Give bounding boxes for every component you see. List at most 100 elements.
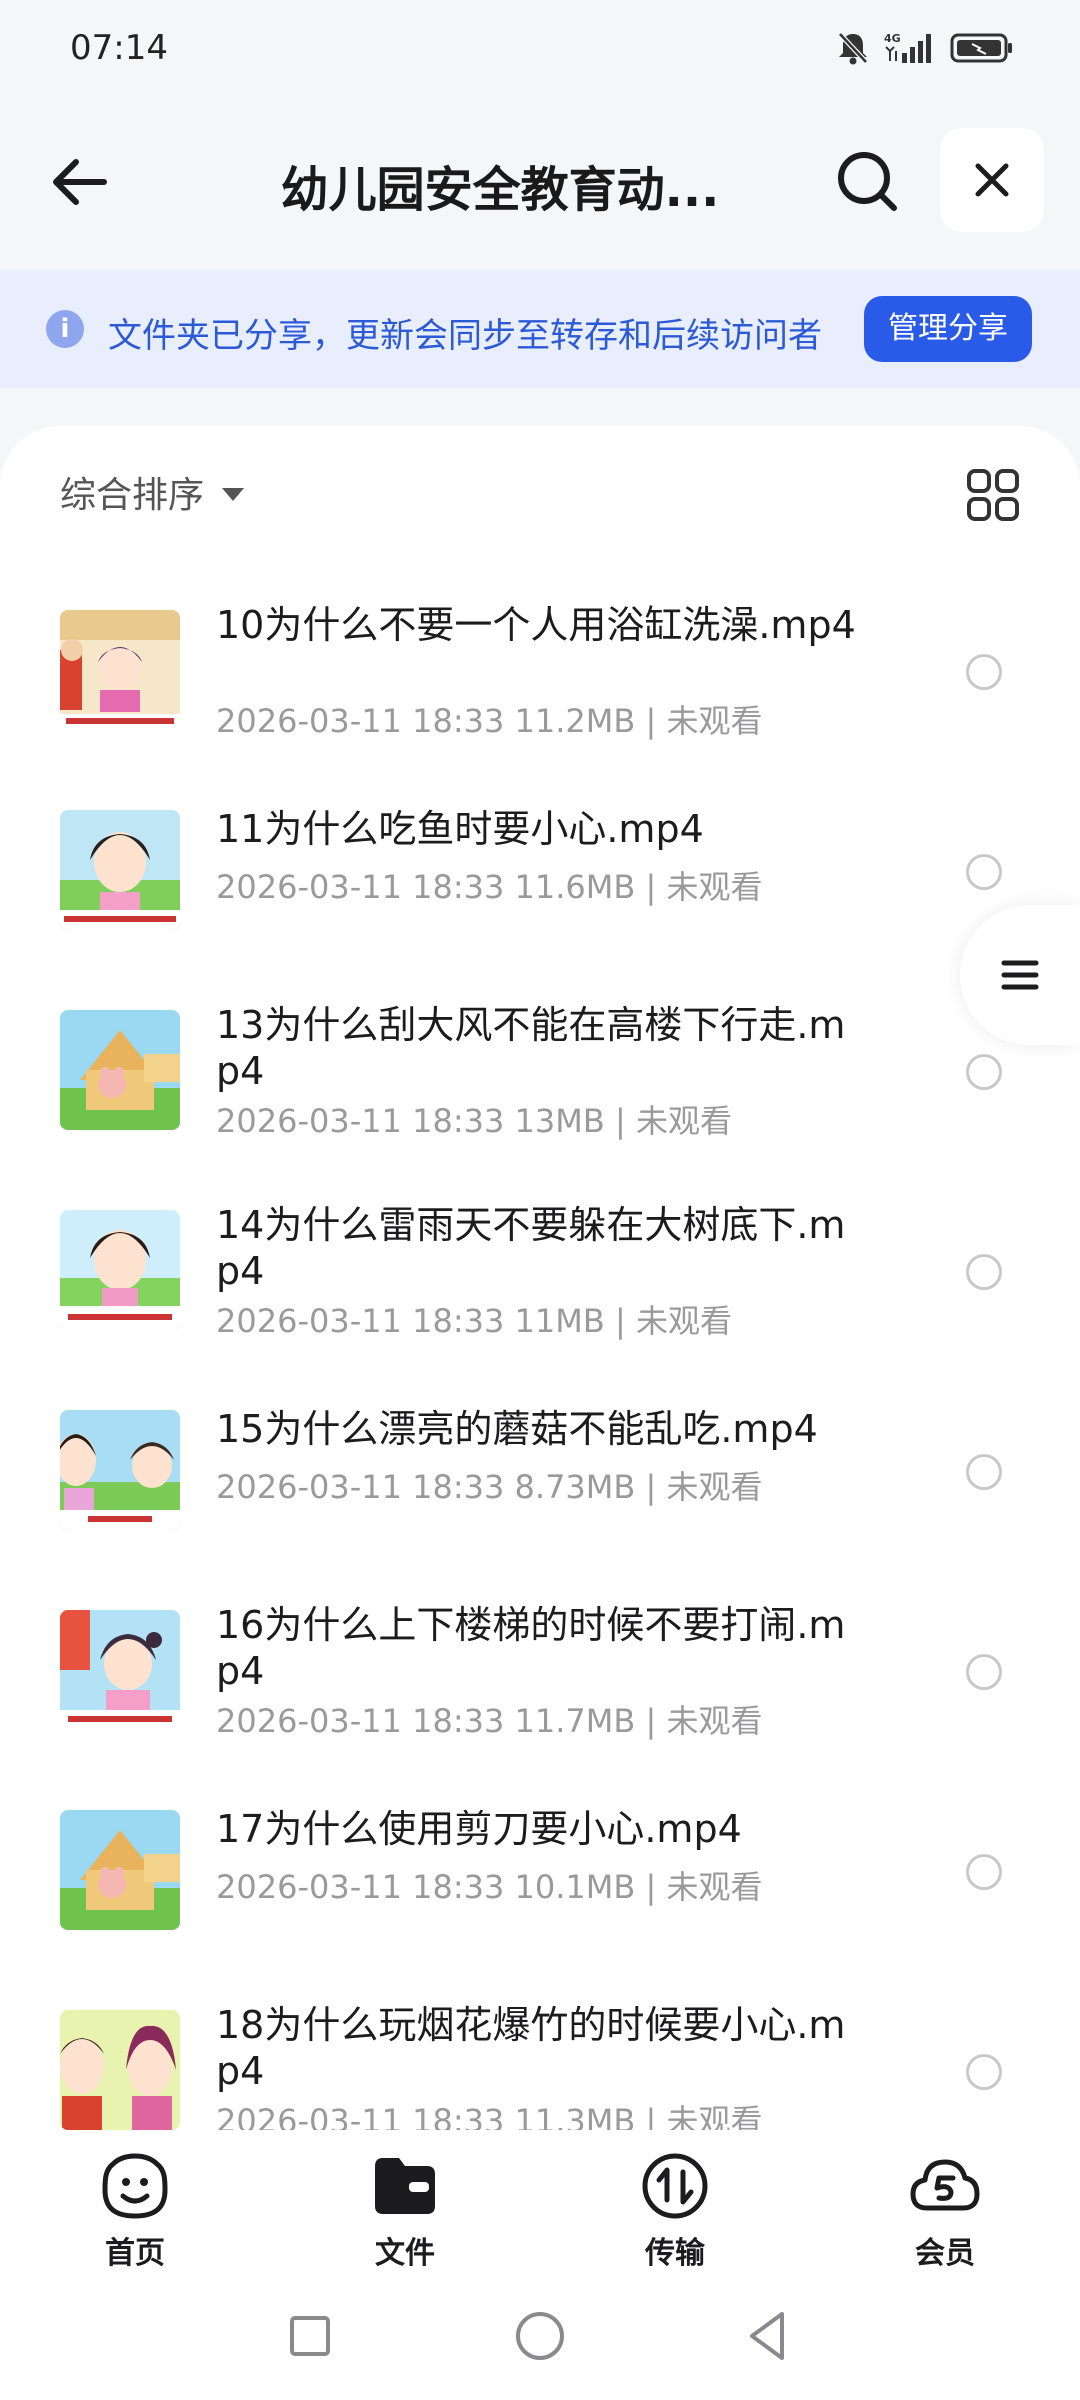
watch-status: 未观看 — [666, 2102, 763, 2130]
select-checkbox[interactable] — [966, 2054, 1002, 2090]
file-size: 8.73MB — [514, 1468, 636, 1506]
search-button[interactable] — [832, 146, 904, 218]
file-date: 2026-03-11 18:33 — [216, 2102, 505, 2130]
file-row[interactable]: 10为什么不要一个人用浴缸洗澡.mp4 2026-03-11 18:33 11.… — [0, 576, 1080, 776]
file-meta: 2026-03-11 18:33 8.73MB | 未观看 — [216, 1468, 763, 1506]
recents-button[interactable] — [280, 2306, 340, 2366]
select-checkbox[interactable] — [966, 1854, 1002, 1890]
share-banner: i 文件夹已分享，更新会同步至转存和后续访问者 管理分享 — [0, 270, 1080, 388]
sort-dropdown[interactable]: 综合排序 — [60, 466, 245, 518]
nav-item-transfer[interactable]: 传输 — [540, 2130, 810, 2280]
watch-status: 未观看 — [666, 702, 763, 740]
header: 幼儿园安全教育动... — [0, 120, 1080, 240]
square-icon — [290, 2316, 330, 2356]
file-row[interactable]: 18为什么玩烟花爆竹的时候要小心.mp4 2026-03-11 18:33 11… — [0, 1976, 1080, 2130]
file-row[interactable]: 17为什么使用剪刀要小心.mp4 2026-03-11 18:33 10.1MB… — [0, 1776, 1080, 1976]
home-button[interactable] — [510, 2306, 570, 2366]
info-icon: i — [46, 310, 84, 348]
file-name: 10为什么不要一个人用浴缸洗澡.mp4 — [216, 603, 856, 647]
menu-icon — [1001, 960, 1039, 990]
back-button[interactable] — [44, 146, 116, 218]
back-nav-button[interactable] — [738, 2306, 798, 2366]
file-row[interactable]: 11为什么吃鱼时要小心.mp4 2026-03-11 18:33 11.6MB … — [0, 776, 1080, 976]
video-thumbnail — [60, 1210, 180, 1330]
file-row[interactable]: 13为什么刮大风不能在高楼下行走.mp4 2026-03-11 18:33 13… — [0, 976, 1080, 1176]
search-icon — [838, 152, 897, 211]
home-smile-icon — [102, 2153, 168, 2219]
file-date: 2026-03-11 18:33 — [216, 702, 505, 740]
triangle-back-icon — [750, 2312, 784, 2360]
file-date: 2026-03-11 18:33 — [216, 1702, 505, 1740]
grid-view-button[interactable] — [966, 468, 1020, 522]
close-icon — [975, 163, 1009, 197]
watch-status: 未观看 — [635, 1102, 732, 1140]
file-size: 11.6MB — [514, 868, 636, 906]
nav-label: 首页 — [105, 2236, 165, 2271]
manage-share-button[interactable]: 管理分享 — [864, 296, 1032, 362]
file-meta: 2026-03-11 18:33 11.3MB | 未观看 — [216, 2096, 762, 2130]
file-name: 14为什么雷雨天不要躲在大树底下.mp4 — [216, 1203, 846, 1293]
grid-view-icon — [967, 469, 1019, 521]
folder-icon — [375, 2158, 435, 2214]
file-name: 11为什么吃鱼时要小心.mp4 — [216, 807, 704, 851]
select-checkbox[interactable] — [966, 1054, 1002, 1090]
file-meta: 2026-03-11 18:33 10.1MB | 未观看 — [216, 1868, 763, 1906]
file-size: 11.7MB — [514, 1702, 636, 1740]
circle-icon — [516, 2312, 564, 2360]
caret-down-icon — [222, 487, 245, 501]
battery-icon — [950, 32, 1014, 68]
file-row[interactable]: 16为什么上下楼梯的时候不要打闹.mp4 2026-03-11 18:33 11… — [0, 1576, 1080, 1776]
watch-status: 未观看 — [666, 1468, 763, 1506]
file-size: 13MB — [514, 1102, 605, 1140]
sort-label: 综合排序 — [60, 475, 205, 516]
file-row[interactable]: 15为什么漂亮的蘑菇不能乱吃.mp4 2026-03-11 18:33 8.73… — [0, 1376, 1080, 1576]
file-name: 13为什么刮大风不能在高楼下行走.mp4 — [216, 1003, 846, 1093]
watch-status: 未观看 — [666, 1702, 763, 1740]
video-thumbnail — [60, 1410, 180, 1530]
network-type-label: 4G — [884, 32, 901, 45]
bottom-nav: 首页 文件 传输 会员 — [0, 2130, 1080, 2280]
file-date: 2026-03-11 18:33 — [216, 1302, 505, 1340]
nav-label: 传输 — [645, 2236, 705, 2271]
file-size: 11.2MB — [514, 702, 636, 740]
file-size: 10.1MB — [514, 1868, 636, 1906]
file-name: 17为什么使用剪刀要小心.mp4 — [216, 1807, 742, 1851]
select-checkbox[interactable] — [966, 1254, 1002, 1290]
file-meta: 2026-03-11 18:33 11.6MB | 未观看 — [216, 868, 763, 906]
select-checkbox[interactable] — [966, 1654, 1002, 1690]
video-thumbnail — [60, 810, 180, 930]
video-thumbnail — [60, 610, 180, 730]
nav-item-files[interactable]: 文件 — [270, 2130, 540, 2280]
video-thumbnail — [60, 2010, 180, 2130]
page-title: 幼儿园安全教育动... — [280, 162, 720, 218]
select-checkbox[interactable] — [966, 854, 1002, 890]
transfer-icon — [642, 2153, 708, 2219]
file-name: 15为什么漂亮的蘑菇不能乱吃.mp4 — [216, 1407, 818, 1451]
file-date: 2026-03-11 18:33 — [216, 868, 505, 906]
file-size: 11.3MB — [514, 2102, 636, 2130]
close-button[interactable] — [940, 128, 1044, 232]
nav-item-home[interactable]: 首页 — [0, 2130, 270, 2280]
file-row[interactable]: 14为什么雷雨天不要躲在大树底下.mp4 2026-03-11 18:33 11… — [0, 1176, 1080, 1376]
select-checkbox[interactable] — [966, 1454, 1002, 1490]
file-name: 18为什么玩烟花爆竹的时候要小心.mp4 — [216, 2003, 846, 2093]
file-meta: 2026-03-11 18:33 11MB | 未观看 — [216, 1302, 732, 1340]
watch-status: 未观看 — [635, 1302, 732, 1340]
status-time: 07:14 — [70, 28, 168, 68]
file-meta: 2026-03-11 18:33 13MB | 未观看 — [216, 1102, 732, 1140]
file-name: 16为什么上下楼梯的时候不要打闹.mp4 — [216, 1603, 846, 1693]
video-thumbnail — [60, 1610, 180, 1730]
status-icons: 4G — [836, 30, 1014, 70]
file-date: 2026-03-11 18:33 — [216, 1468, 505, 1506]
nav-item-vip[interactable]: 会员 — [810, 2130, 1080, 2280]
status-bar: 07:14 4G — [0, 0, 1080, 100]
nav-label: 会员 — [915, 2236, 975, 2271]
select-checkbox[interactable] — [966, 654, 1002, 690]
file-date: 2026-03-11 18:33 — [216, 1102, 505, 1140]
mute-bell-icon — [836, 30, 870, 70]
arrow-left-icon — [53, 159, 107, 205]
share-banner-text: 文件夹已分享，更新会同步至转存和后续访问者 — [108, 316, 822, 356]
nav-label: 文件 — [375, 2236, 435, 2271]
file-list-card: 综合排序 10为什么不要一个人用浴缸洗澡.mp4 2026-03-11 18:3… — [0, 426, 1080, 2130]
file-meta: 2026-03-11 18:33 11.2MB | 未观看 — [216, 702, 763, 740]
